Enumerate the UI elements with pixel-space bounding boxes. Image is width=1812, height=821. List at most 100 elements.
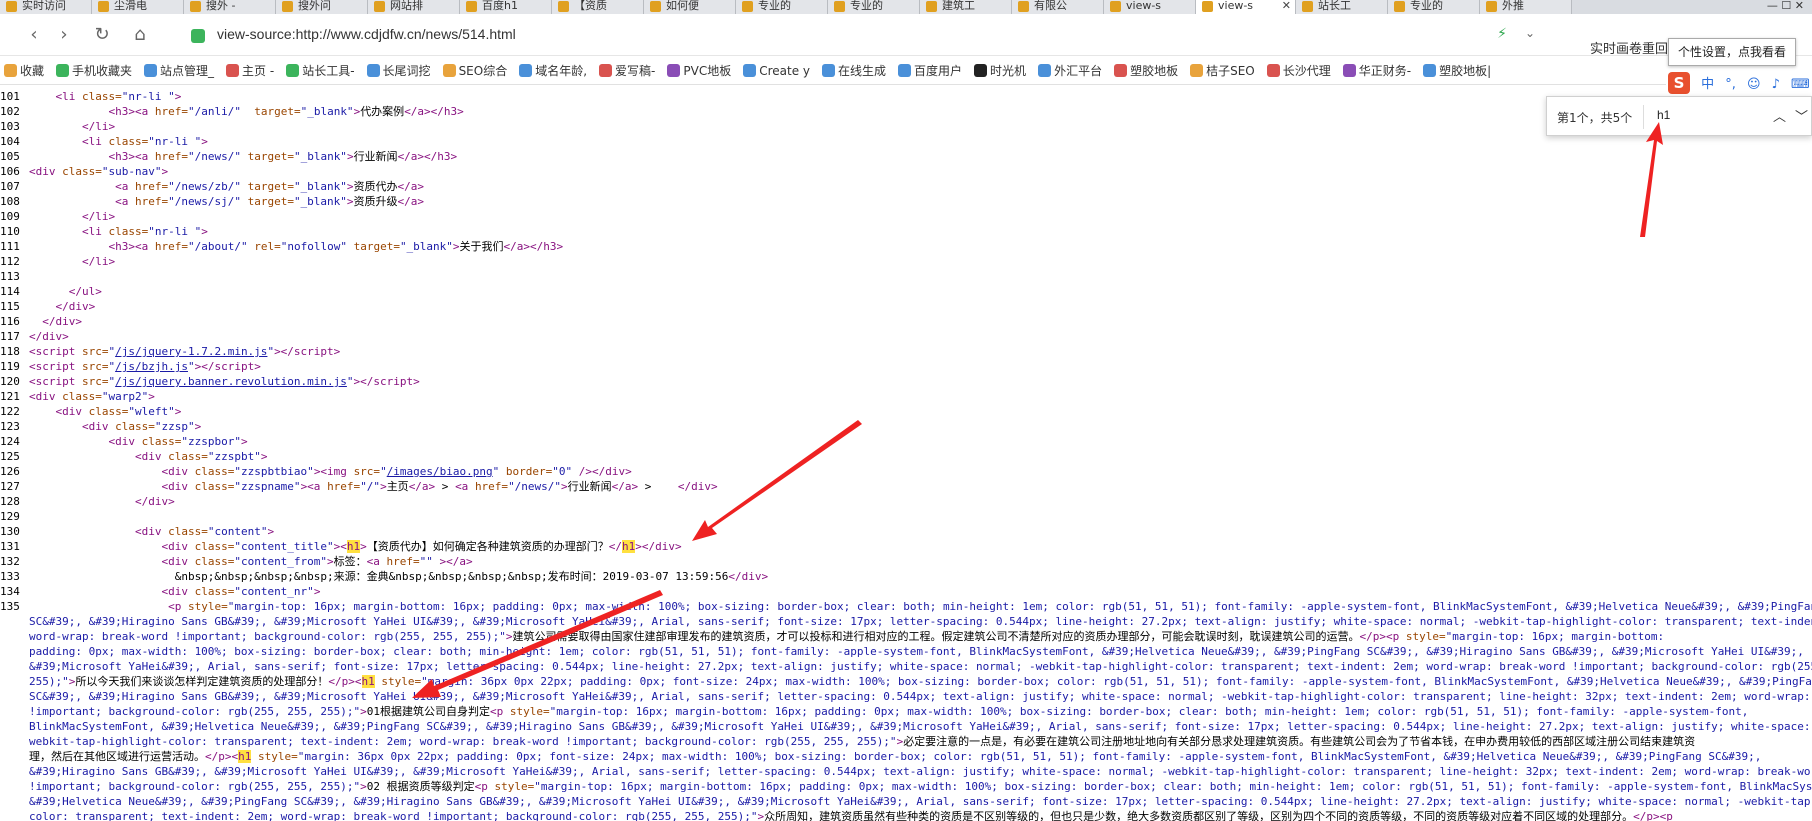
tab-favicon-icon <box>1202 1 1213 12</box>
source-line: 126 <div class="zzspbtbiao"><img src="/i… <box>0 464 1812 479</box>
bookmark-label: 域名年龄, <box>535 64 588 78</box>
tab-favicon-icon <box>1018 1 1029 12</box>
bookmark-item[interactable]: 长尾词挖 <box>363 57 439 84</box>
bookmark-favicon-icon <box>667 64 681 77</box>
tab-13[interactable]: view-s ✕ <box>1196 0 1296 14</box>
line-number: 104 <box>0 135 20 148</box>
bookmark-favicon-icon <box>144 64 158 77</box>
bookmark-favicon-icon <box>599 64 613 77</box>
bookmark-label: 百度用户 <box>914 64 963 78</box>
bookmark-item[interactable]: 桔子SEO <box>1186 57 1263 84</box>
tab-close-icon[interactable]: ✕ <box>1282 0 1291 12</box>
line-number: 117 <box>0 330 20 343</box>
tab-label: 百度h1 <box>482 0 518 12</box>
source-line: &#39;Microsoft YaHei&#39;, Arial, sans-s… <box>0 659 1812 674</box>
line-code: </div> <box>42 315 82 328</box>
bookmark-item[interactable]: Create y <box>739 57 818 84</box>
line-code: <h3><a href="/anli/" target="_blank">代办案… <box>108 105 464 118</box>
line-code: <div class="wleft"> <box>55 405 182 418</box>
tab-5[interactable]: 百度h1 <box>460 0 552 14</box>
tab-3[interactable]: 搜外问 <box>276 0 368 14</box>
source-line: 135 <p style="margin-top: 16px; margin-b… <box>0 599 1812 614</box>
bookmark-item[interactable]: 站点管理_ <box>140 57 222 84</box>
line-code: 理，然后在其他区域进行运营活动。</p><h1 style="margin: 3… <box>29 750 1762 763</box>
tab-favicon-icon <box>1110 1 1121 12</box>
bookmark-item[interactable]: 塑胶地板| <box>1419 57 1499 84</box>
line-code: <div class="sub-nav"> <box>29 165 169 178</box>
tab-11[interactable]: 有限公 <box>1012 0 1104 14</box>
back-icon[interactable]: ‹ <box>22 24 46 48</box>
bookmark-item[interactable]: 站长工具- <box>282 57 362 84</box>
bookmark-item[interactable]: 主页 - <box>222 57 282 84</box>
bookmark-label: 收藏 <box>20 64 45 78</box>
bookmark-item[interactable]: 收藏 <box>0 57 52 84</box>
bookmark-item[interactable]: SEO综合 <box>439 57 516 84</box>
find-prev-icon[interactable]: ︿ <box>1773 106 1786 125</box>
bookmark-item[interactable]: 塑胶地板 <box>1110 57 1186 84</box>
source-line: SC&#39;, &#39;Hiragino Sans GB&#39;, &#3… <box>0 689 1812 704</box>
line-code: !important; background-color: rgb(255, 2… <box>29 705 1749 718</box>
url-field[interactable]: view-source:http://www.cdjdfw.cn/news/51… <box>176 20 1556 50</box>
home-icon[interactable]: ⌂ <box>128 24 152 48</box>
forward-icon[interactable]: › <box>52 24 76 48</box>
source-line: 124 <div class="zzspbor"> <box>0 434 1812 449</box>
source-line: 115 </div> <box>0 299 1812 314</box>
bookmark-label: 爱写稿- <box>615 64 656 78</box>
tab-favicon-icon <box>558 1 569 12</box>
bookmark-item[interactable]: 爱写稿- <box>595 57 663 84</box>
tab-1[interactable]: 尘滑电 <box>92 0 184 14</box>
tab-7[interactable]: 如何便 <box>644 0 736 14</box>
tab-2[interactable]: 搜外 - <box>184 0 276 14</box>
bookmark-item[interactable]: 域名年龄, <box>515 57 595 84</box>
bookmark-item[interactable]: 手机收藏夹 <box>52 57 140 84</box>
find-next-icon[interactable]: ﹀ <box>1795 106 1808 125</box>
line-number: 116 <box>0 315 20 328</box>
tab-6[interactable]: 【资质 <box>552 0 644 14</box>
line-code: !important; background-color: rgb(255, 2… <box>29 780 1812 793</box>
tab-favicon-icon <box>374 1 385 12</box>
source-line: webkit-tap-highlight-color: transparent;… <box>0 734 1812 749</box>
line-code: <div class="zzspbor"> <box>108 435 248 448</box>
line-code: <a href="/news/sj/" target="_blank">资质升级… <box>115 195 425 208</box>
chevron-down-icon[interactable]: ⌄ <box>1525 26 1535 40</box>
find-input[interactable]: h1 <box>1657 108 1670 122</box>
bookmark-item[interactable]: 长沙代理 <box>1263 57 1339 84</box>
bookmark-item[interactable]: PVC地板 <box>663 57 739 84</box>
speed-mode-icon[interactable]: ⚡ <box>1497 26 1507 42</box>
source-line: 104 <li class="nr-li "> <box>0 134 1812 149</box>
line-code: <li class="nr-li "> <box>55 90 182 103</box>
bookmark-item[interactable]: 时光机 <box>970 57 1034 84</box>
tab-16[interactable]: 外推 <box>1480 0 1572 14</box>
source-line: 117 </div> <box>0 329 1812 344</box>
bookmark-item[interactable]: 外汇平台 <box>1034 57 1110 84</box>
url-text[interactable]: view-source:http://www.cdjdfw.cn/news/51… <box>217 26 516 42</box>
tab-8[interactable]: 专业的 <box>736 0 828 14</box>
tab-4[interactable]: 网站排 <box>368 0 460 14</box>
source-line: 112 </li> <box>0 254 1812 269</box>
tab-9[interactable]: 专业的 <box>828 0 920 14</box>
tab-favicon-icon <box>742 1 753 12</box>
tab-12[interactable]: view-s <box>1104 0 1196 14</box>
line-number: 102 <box>0 105 20 118</box>
source-line: color: transparent; text-indent: 2em; wo… <box>0 809 1812 821</box>
bookmark-item[interactable]: 百度用户 <box>894 57 970 84</box>
source-view[interactable]: 101 <li class="nr-li "> 102 <h3><a href="… <box>0 89 1812 821</box>
tab-14[interactable]: 站长工 <box>1296 0 1388 14</box>
line-number: 115 <box>0 300 20 313</box>
tab-label: 【资质 <box>574 0 607 12</box>
tab-10[interactable]: 建筑工 <box>920 0 1012 14</box>
source-line: 111 <h3><a href="/about/" rel="nofollow"… <box>0 239 1812 254</box>
tab-0[interactable]: 实时访问 <box>0 0 92 14</box>
reload-icon[interactable]: ↻ <box>90 24 114 48</box>
window-controls[interactable]: — ☐ ✕ <box>1758 0 1812 14</box>
bookmark-label: 在线生成 <box>838 64 887 78</box>
source-line: 108 <a href="/news/sj/" target="_blank">… <box>0 194 1812 209</box>
tab-15[interactable]: 专业的 <box>1388 0 1480 14</box>
bookmark-item[interactable]: 在线生成 <box>818 57 894 84</box>
source-line: 122 <div class="wleft"> <box>0 404 1812 419</box>
line-code: <div class="content_nr"> <box>161 585 321 598</box>
line-number: 125 <box>0 450 20 463</box>
line-code: 255);">所以今天我们来谈谈怎样判定建筑资质的处理部分！</p><h1 st… <box>29 675 1812 688</box>
bookmark-item[interactable]: 华正财务- <box>1339 57 1419 84</box>
line-code: </li> <box>81 210 116 223</box>
